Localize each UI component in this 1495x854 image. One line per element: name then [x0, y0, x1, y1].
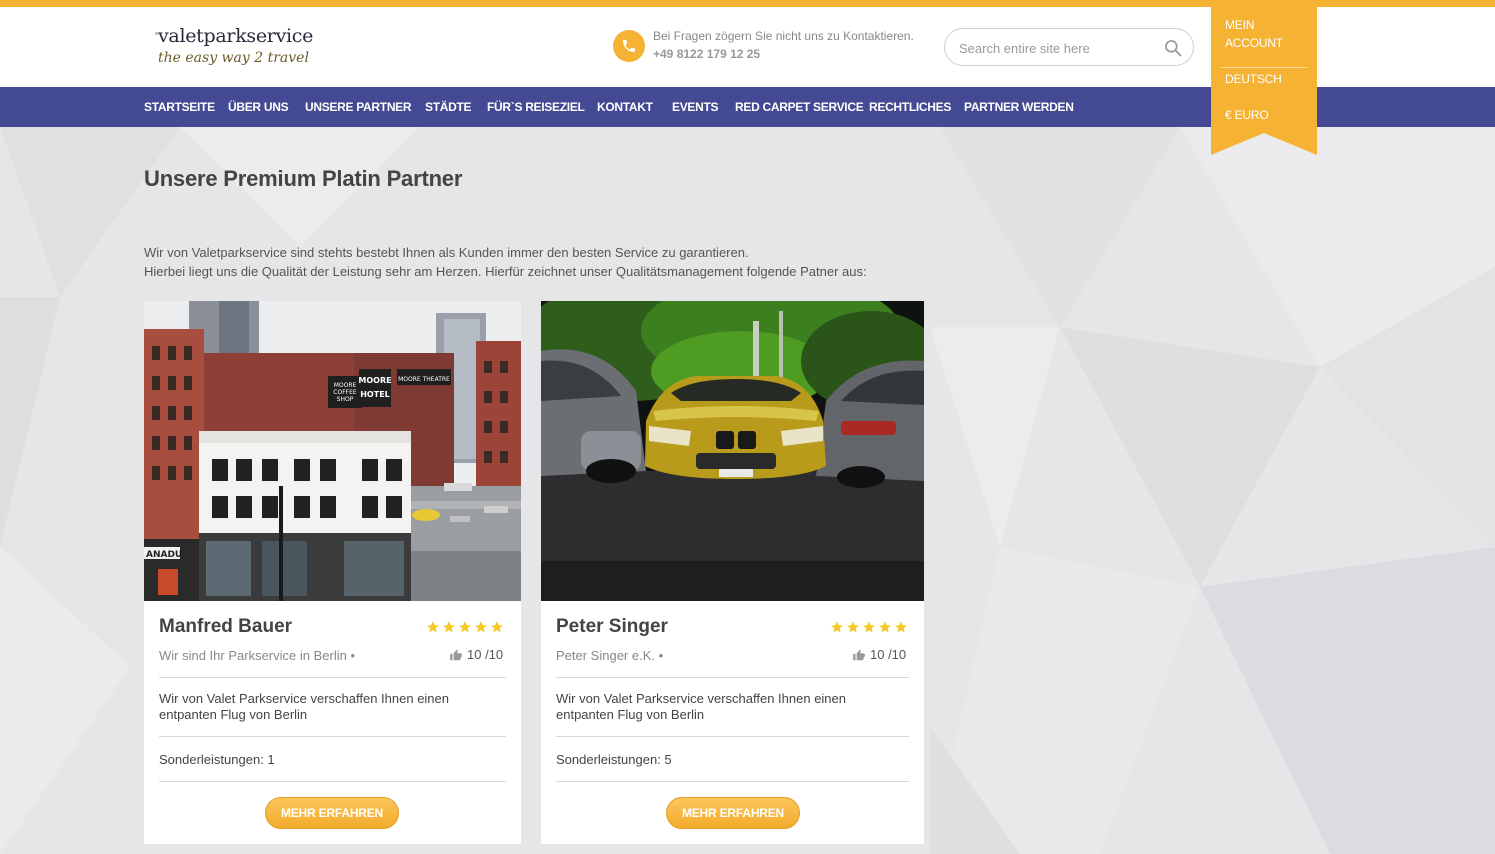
partner-card: MOORE COFFEE SHOP MOORE HOTEL MOORE THEA… [144, 301, 521, 844]
ribbon-tail-left [1211, 133, 1264, 155]
star-rating [426, 620, 504, 634]
partner-rating: 10 /10 [852, 647, 906, 662]
nav-item-events[interactable]: EVENTS [672, 87, 719, 127]
partner-description: Wir von Valet Parkservice verschaffen Ih… [556, 691, 909, 723]
star-icon [831, 621, 843, 633]
divider [556, 736, 909, 737]
nav-item-kontakt[interactable]: KONTAKT [597, 87, 653, 127]
divider [159, 781, 506, 782]
divider [159, 677, 506, 678]
sign-coffee-2: COFFEE [333, 389, 357, 396]
sign-theatre: MOORE THEATRE [398, 376, 450, 383]
partner-card: Peter Singer Peter Singer e.K. • 10 /10 … [541, 301, 924, 844]
ribbon-tail-right [1264, 133, 1317, 155]
star-icon [475, 621, 487, 633]
nav-item-ueber-uns[interactable]: ÜBER UNS [228, 87, 289, 127]
intro-line-2: Hierbei liegt uns die Qualität der Leist… [144, 264, 867, 279]
star-icon [443, 621, 455, 633]
rating-value: 10 /10 [467, 647, 504, 662]
sign-hotel-1: MOORE [358, 376, 391, 385]
top-accent-strip [0, 0, 1495, 7]
phone-icon [613, 30, 645, 62]
star-icon [847, 621, 859, 633]
description-line-1: Wir von Valet Parkservice verschaffen Ih… [556, 691, 846, 706]
special-services: Sonderleistungen: 1 [159, 752, 275, 767]
car-parking-illustration [541, 301, 924, 601]
description-line-2: entpanten Flug von Berlin [556, 707, 705, 722]
partner-description: Wir von Valet Parkservice verschaffen Ih… [159, 691, 506, 723]
sign-coffee-1: MOORE [334, 382, 357, 389]
learn-more-button[interactable]: MEHR ERFAHREN [265, 797, 399, 829]
partner-name[interactable]: Peter Singer [556, 616, 668, 638]
nav-item-startseite[interactable]: STARTSEITE [144, 87, 215, 127]
search-box [944, 28, 1194, 66]
rating-value: 10 /10 [870, 647, 907, 662]
partner-name[interactable]: Manfred Bauer [159, 616, 292, 638]
star-icon [863, 621, 875, 633]
language-selector[interactable]: DEUTSCH [1225, 70, 1282, 88]
sign-hotel-2: HOTEL [360, 390, 390, 399]
partner-subtitle: Wir sind Ihr Parkservice in Berlin • [159, 648, 355, 663]
partner-rating: 10 /10 [449, 647, 503, 662]
intro-line-1: Wir von Valetparkservice sind stehts bes… [144, 245, 749, 260]
description-line-2: entpanten Flug von Berlin [159, 707, 308, 722]
star-icon [879, 621, 891, 633]
description-line-1: Wir von Valet Parkservice verschaffen Ih… [159, 691, 449, 706]
contact-question: Bei Fragen zögern Sie nicht uns zu Konta… [653, 29, 914, 43]
divider [556, 677, 909, 678]
star-rating [830, 620, 908, 634]
my-account-line2: ACCOUNT [1225, 36, 1283, 50]
divider [556, 781, 909, 782]
city-building-illustration: MOORE COFFEE SHOP MOORE HOTEL MOORE THEA… [144, 301, 521, 601]
sign-store: ANADU [146, 550, 182, 560]
my-account-line1: MEIN [1225, 18, 1255, 32]
star-icon [895, 621, 907, 633]
search-input[interactable] [959, 38, 1154, 58]
divider [159, 736, 506, 737]
special-services: Sonderleistungen: 5 [556, 752, 672, 767]
logo-dot [155, 32, 158, 35]
star-icon [459, 621, 471, 633]
ribbon-divider [1221, 67, 1307, 68]
partner-subtitle: Peter Singer e.K. • [556, 648, 664, 663]
partner-image-car[interactable] [541, 301, 924, 601]
nav-item-rechtliches[interactable]: RECHTLICHES [869, 87, 951, 127]
account-ribbon: MEIN ACCOUNT DEUTSCH € EURO [1211, 7, 1317, 155]
star-icon [491, 621, 503, 633]
nav-item-staedte[interactable]: STÄDTE [425, 87, 472, 127]
thumbs-up-icon [450, 649, 462, 660]
nav-item-fuers-reiseziel[interactable]: FÜR`S REISEZIEL [487, 87, 585, 127]
search-icon[interactable] [1163, 38, 1183, 58]
currency-selector[interactable]: € EURO [1225, 106, 1269, 124]
nav-item-partner-werden[interactable]: PARTNER WERDEN [964, 87, 1074, 127]
partner-image-city[interactable]: MOORE COFFEE SHOP MOORE HOTEL MOORE THEA… [144, 301, 521, 601]
contact-phone[interactable]: +49 8122 179 12 25 [653, 45, 933, 64]
sign-coffee-3: SHOP [337, 396, 354, 403]
star-icon [427, 621, 439, 633]
logo-tagline: the easy way 2 travel [158, 50, 309, 66]
contact-info: Bei Fragen zögern Sie nicht uns zu Konta… [653, 28, 933, 64]
my-account-link[interactable]: MEIN ACCOUNT [1225, 16, 1283, 52]
logo-name: valetparkservice [158, 25, 314, 47]
page-title: Unsere Premium Platin Partner [144, 166, 463, 191]
site-logo[interactable]: valetparkservice the easy way 2 travel [155, 24, 318, 72]
intro-text: Wir von Valetparkservice sind stehts bes… [144, 243, 944, 281]
nav-item-unsere-partner[interactable]: UNSERE PARTNER [305, 87, 412, 127]
nav-item-red-carpet-service[interactable]: RED CARPET SERVICE [735, 87, 864, 127]
thumbs-up-icon [853, 649, 865, 660]
learn-more-button[interactable]: MEHR ERFAHREN [666, 797, 800, 829]
